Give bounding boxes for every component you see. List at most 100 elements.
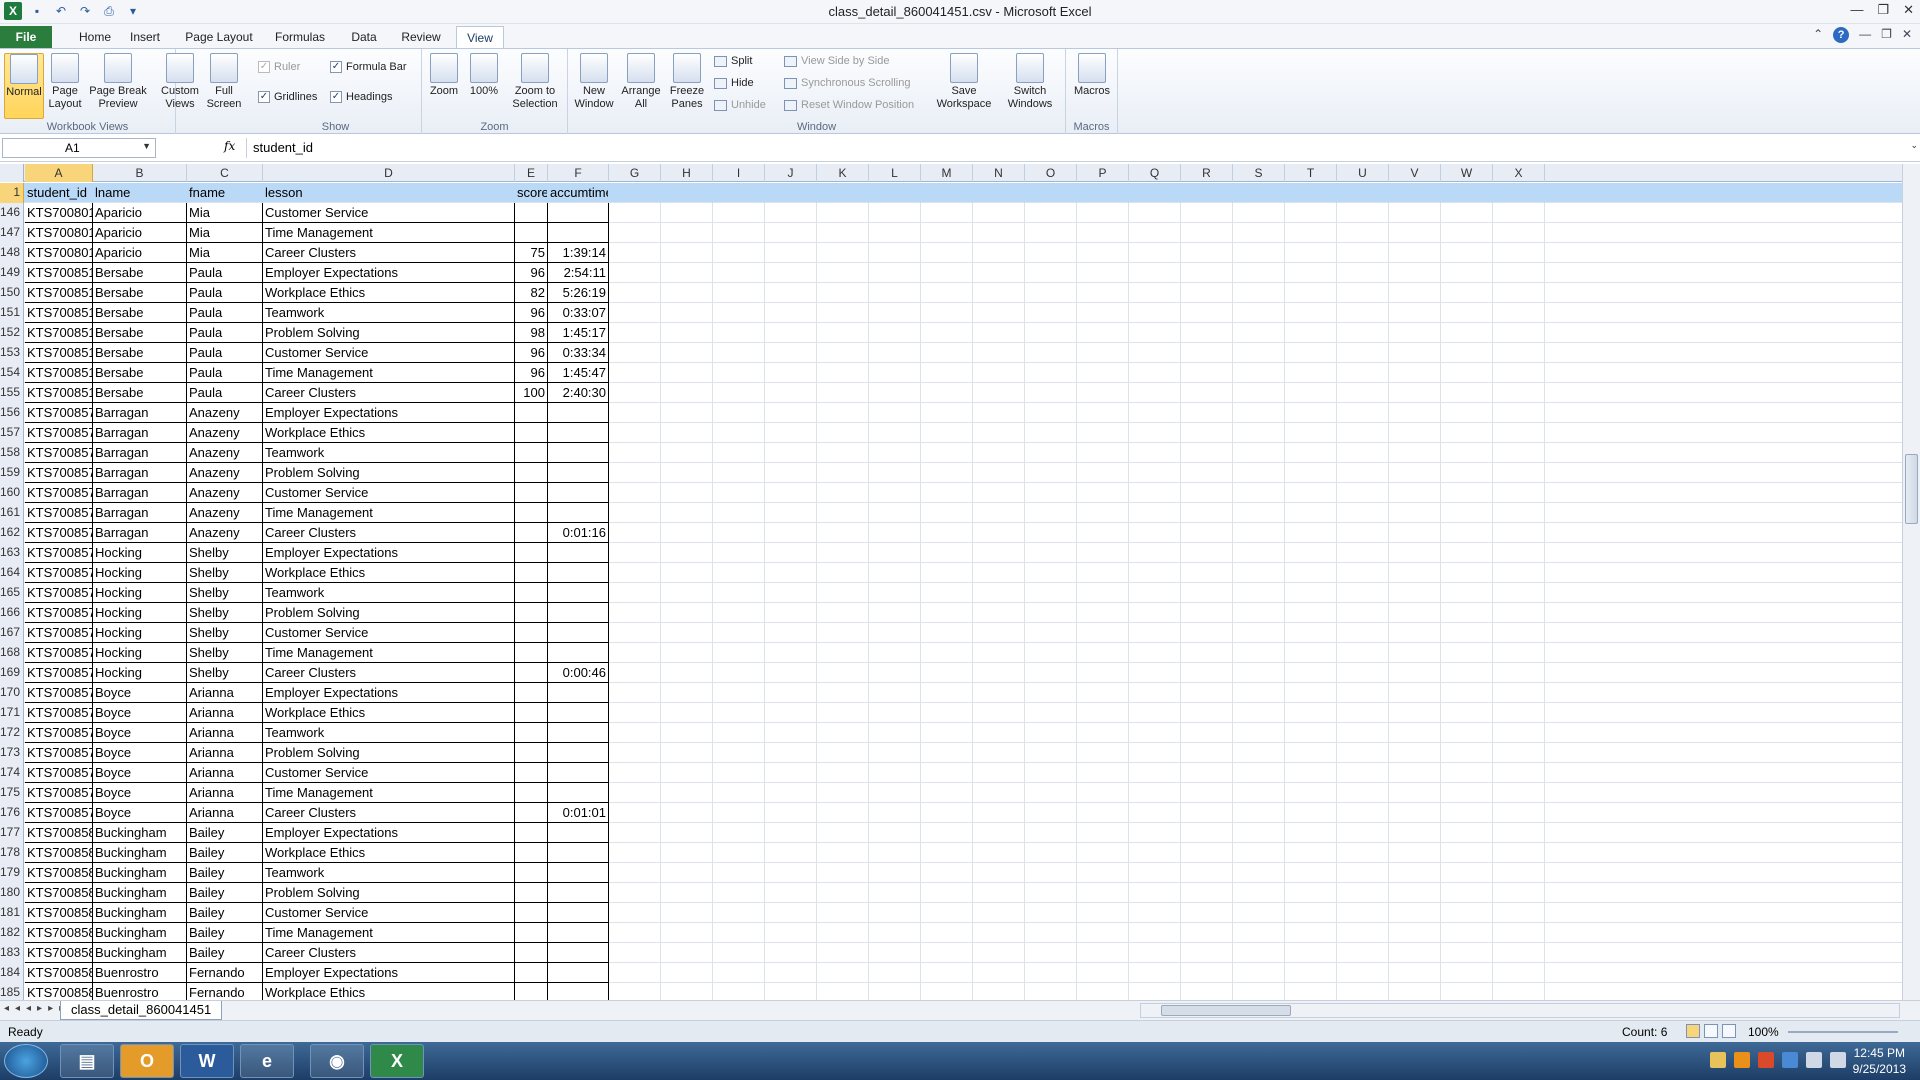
cell[interactable]	[1389, 703, 1441, 723]
cell[interactable]	[1181, 463, 1233, 483]
cell[interactable]: student_id	[25, 183, 93, 203]
cell[interactable]: Time Management	[263, 923, 515, 943]
cell[interactable]: KTS70085750	[25, 403, 93, 423]
cell[interactable]	[1493, 643, 1545, 663]
cell[interactable]	[1129, 203, 1181, 223]
cell[interactable]	[1077, 403, 1129, 423]
cell[interactable]	[1493, 703, 1545, 723]
cell[interactable]	[1337, 243, 1389, 263]
cell[interactable]	[973, 883, 1025, 903]
cell[interactable]	[765, 743, 817, 763]
cell[interactable]	[1389, 343, 1441, 363]
cell[interactable]	[1077, 703, 1129, 723]
cell[interactable]	[1389, 963, 1441, 983]
cell[interactable]	[515, 923, 548, 943]
cell[interactable]: score	[515, 183, 548, 203]
cell[interactable]	[973, 303, 1025, 323]
cell[interactable]	[1493, 863, 1545, 883]
cell[interactable]	[1129, 923, 1181, 943]
cell[interactable]	[973, 263, 1025, 283]
cell[interactable]	[1077, 263, 1129, 283]
start-button[interactable]	[4, 1044, 48, 1078]
cell[interactable]	[765, 663, 817, 683]
cell[interactable]	[1337, 983, 1389, 1001]
cell[interactable]	[1129, 743, 1181, 763]
cell[interactable]	[973, 583, 1025, 603]
cell[interactable]	[1337, 843, 1389, 863]
doc-minimize-icon[interactable]: —	[1859, 27, 1871, 43]
column-header-m[interactable]: M	[921, 164, 973, 182]
cell[interactable]	[713, 323, 765, 343]
cell[interactable]: KTS70085785	[25, 783, 93, 803]
cell[interactable]	[1233, 523, 1285, 543]
horizontal-scroll-thumb[interactable]	[1161, 1005, 1291, 1016]
cell[interactable]	[548, 983, 609, 1001]
explorer-icon[interactable]: ▤	[60, 1044, 114, 1078]
cell[interactable]	[661, 483, 713, 503]
cell[interactable]	[661, 503, 713, 523]
cell[interactable]	[817, 503, 869, 523]
cell[interactable]	[765, 963, 817, 983]
cell[interactable]	[609, 983, 661, 1001]
cell[interactable]	[1233, 623, 1285, 643]
cell[interactable]	[1077, 683, 1129, 703]
cell[interactable]: KTS70085155	[25, 263, 93, 283]
cell[interactable]	[661, 823, 713, 843]
cell[interactable]	[765, 783, 817, 803]
cell[interactable]	[1337, 523, 1389, 543]
cell[interactable]	[869, 843, 921, 863]
cell[interactable]	[973, 903, 1025, 923]
cell[interactable]	[548, 703, 609, 723]
cell[interactable]	[609, 843, 661, 863]
cell[interactable]	[1233, 483, 1285, 503]
cell[interactable]: Mia	[187, 243, 263, 263]
normal-view-icon[interactable]	[1686, 1024, 1700, 1038]
column-header-e[interactable]: E	[515, 164, 548, 182]
cell[interactable]	[1337, 403, 1389, 423]
cell[interactable]	[973, 843, 1025, 863]
cell[interactable]	[817, 523, 869, 543]
cell[interactable]	[921, 543, 973, 563]
row-number[interactable]: 172	[0, 723, 24, 743]
cell[interactable]: 96	[515, 343, 548, 363]
cell[interactable]	[1285, 423, 1337, 443]
normal-view-button[interactable]: Normal	[4, 53, 44, 119]
cell[interactable]	[1025, 763, 1077, 783]
cell[interactable]: 0:00:46	[548, 663, 609, 683]
cell[interactable]	[1337, 563, 1389, 583]
cell[interactable]: Boyce	[93, 803, 187, 823]
cell[interactable]	[661, 943, 713, 963]
cell[interactable]	[1493, 883, 1545, 903]
cell[interactable]	[1441, 243, 1493, 263]
ruler-checkbox[interactable]: ✓ Ruler	[258, 61, 300, 73]
cell[interactable]	[548, 203, 609, 223]
cell[interactable]	[661, 283, 713, 303]
cell[interactable]	[1129, 863, 1181, 883]
cell[interactable]	[1129, 663, 1181, 683]
vertical-scrollbar[interactable]	[1902, 164, 1920, 1000]
cell[interactable]	[1077, 383, 1129, 403]
cell[interactable]	[817, 843, 869, 863]
cell[interactable]: Arianna	[187, 763, 263, 783]
cell[interactable]	[1337, 363, 1389, 383]
cell[interactable]	[661, 543, 713, 563]
cell[interactable]	[1077, 423, 1129, 443]
cell[interactable]	[1077, 763, 1129, 783]
cell[interactable]	[1077, 983, 1129, 1001]
cell[interactable]	[1389, 403, 1441, 423]
cell[interactable]	[609, 343, 661, 363]
cell[interactable]	[1493, 463, 1545, 483]
cell[interactable]	[661, 443, 713, 463]
cell[interactable]: KTS70085750	[25, 503, 93, 523]
cell[interactable]	[765, 543, 817, 563]
row-number[interactable]: 168	[0, 643, 24, 663]
cell[interactable]	[661, 583, 713, 603]
cell[interactable]	[1389, 423, 1441, 443]
cell[interactable]	[1181, 503, 1233, 523]
cell[interactable]	[869, 663, 921, 683]
row-number[interactable]: 147	[0, 223, 24, 243]
cell[interactable]: KTS70085785	[25, 723, 93, 743]
cell[interactable]: Arianna	[187, 783, 263, 803]
cell[interactable]	[548, 843, 609, 863]
cell[interactable]	[817, 203, 869, 223]
